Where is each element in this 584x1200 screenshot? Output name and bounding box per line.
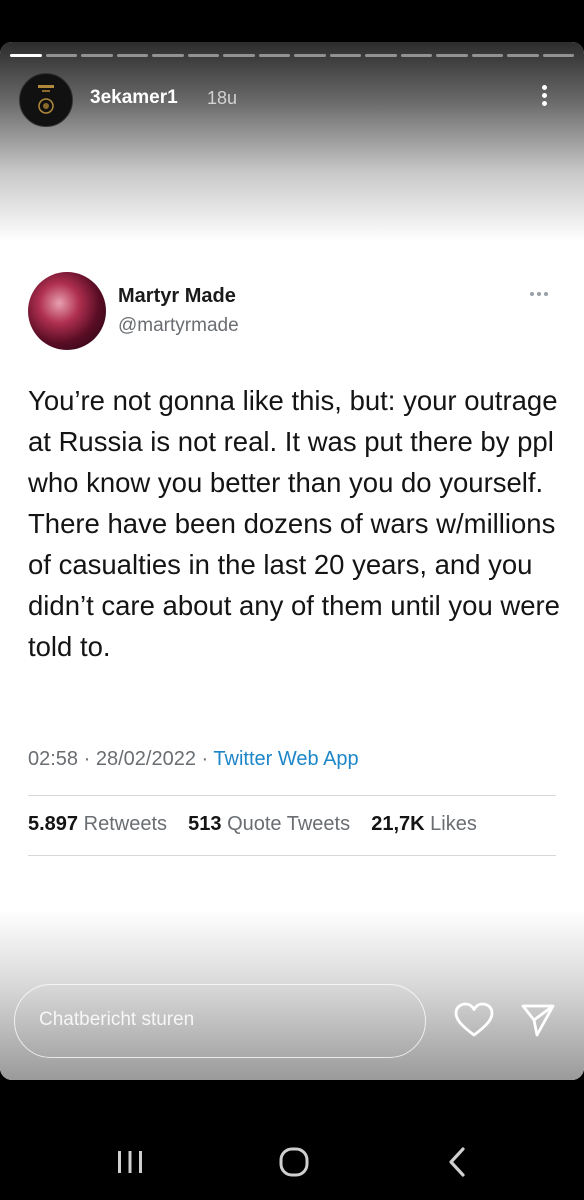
tweet-stats: 5.897 Retweets 513 Quote Tweets 21,7K Li… (28, 813, 477, 836)
story-view[interactable]: 3ekamer1 18u Martyr Made @martyrmade You… (0, 42, 584, 1080)
retweets-count: 5.897 (28, 813, 79, 835)
home-icon[interactable] (278, 1146, 310, 1178)
tweet-text: You’re not gonna like this, but: your ou… (28, 385, 560, 662)
tweet-date: 28/02/2022 (95, 748, 196, 770)
tweet-author-name: Martyr Made (118, 285, 236, 307)
send-icon[interactable] (520, 1002, 556, 1038)
meta-separator: · (83, 748, 91, 770)
tweet-avatar (28, 272, 106, 350)
divider (28, 855, 556, 856)
divider (28, 795, 556, 796)
system-navigation-bar (0, 1080, 584, 1200)
recents-icon[interactable] (116, 1150, 144, 1174)
retweets-label: Retweets (83, 813, 167, 835)
tweet-more-icon (530, 292, 548, 296)
likes-count: 21,7K (371, 813, 425, 835)
quotes-label: Quote Tweets (227, 813, 351, 835)
reply-input[interactable]: Chatbericht sturen (14, 984, 426, 1058)
tweet-time: 02:58 (28, 748, 79, 770)
tweet-meta: 02:58 · 28/02/2022 · Twitter Web App (28, 748, 359, 771)
heart-icon[interactable] (454, 1002, 494, 1038)
tweet-author-handle: @martyrmade (118, 315, 239, 336)
meta-separator: · (201, 748, 209, 770)
tweet-source-app: Twitter Web App (213, 748, 359, 770)
back-icon[interactable] (446, 1146, 468, 1178)
reply-placeholder: Chatbericht sturen (39, 1009, 195, 1030)
likes-label: Likes (430, 813, 477, 835)
quotes-count: 513 (188, 813, 222, 835)
